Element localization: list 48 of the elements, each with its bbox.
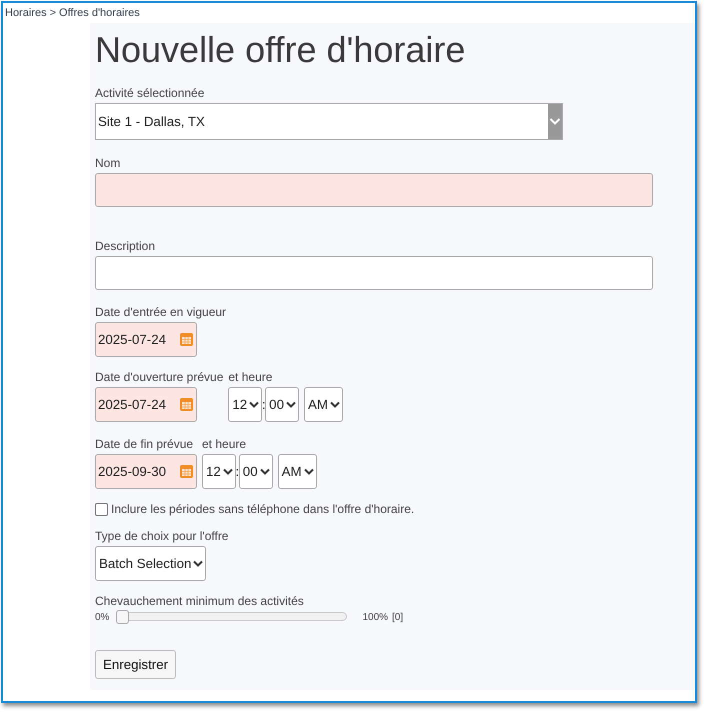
slider-track[interactable]	[116, 610, 348, 624]
calendar-icon	[180, 333, 193, 346]
checkbox[interactable]	[95, 502, 108, 516]
minute-select[interactable]: 00	[238, 454, 273, 489]
activity-select[interactable]: Site 1 - Dallas, TX	[95, 103, 563, 140]
chevron-down-icon	[222, 468, 233, 475]
period-select[interactable]: AM	[278, 454, 317, 489]
slider-reading: [0]	[392, 612, 404, 622]
field-label: Date d'ouverture prévue	[95, 369, 224, 385]
chevron-down-icon	[286, 401, 296, 408]
page-title: Nouvelle offre d'horaire	[95, 29, 466, 71]
calendar-icon	[180, 398, 193, 411]
chevron-down-icon	[249, 401, 260, 408]
time-separator: :	[236, 464, 239, 479]
date-field[interactable]: 2025-09-30	[95, 454, 197, 489]
slider-thumb[interactable]	[116, 610, 130, 624]
field-label: Description	[95, 238, 156, 254]
chevron-down-icon	[304, 468, 314, 475]
chevron-down-icon	[193, 560, 204, 567]
chevron-down-icon	[330, 401, 340, 408]
description-field[interactable]	[95, 256, 653, 290]
save-button[interactable]: Enregistrer	[95, 650, 176, 679]
field-label: et heure	[202, 436, 246, 452]
chevron-down-icon	[260, 468, 270, 475]
chevron-down-icon	[548, 104, 562, 139]
calendar-icon	[180, 465, 193, 478]
breadcrumb-link[interactable]: Horaires	[5, 6, 47, 20]
slider-max-label: 100%	[362, 612, 388, 622]
hour-select[interactable]: 12	[202, 454, 236, 489]
choice-type-select[interactable]: Batch Selection	[95, 546, 206, 581]
period-select[interactable]: AM	[304, 387, 343, 422]
date-field[interactable]: 2025-07-24	[95, 387, 197, 422]
minute-select[interactable]: 00	[265, 387, 299, 422]
hour-select[interactable]: 12	[228, 387, 262, 422]
name-field[interactable]	[95, 173, 653, 207]
breadcrumb-separator: >	[50, 6, 56, 20]
slider-min-label: 0%	[95, 612, 110, 622]
field-label: Type de choix pour l'offre	[95, 528, 228, 544]
date-field[interactable]: 2025-07-24	[95, 322, 197, 357]
time-separator: :	[262, 397, 266, 412]
breadcrumb-current: Offres d'horaires	[59, 6, 140, 20]
field-label: Nom	[95, 155, 120, 171]
checkbox-label[interactable]: Inclure les périodes sans téléphone dans l'offre d'horaire.	[111, 502, 414, 516]
field-label: Activité sélectionnée	[95, 85, 204, 101]
field-label: Date d'entrée en vigueur	[95, 304, 226, 320]
field-label: et heure	[228, 369, 272, 385]
field-label: Chevauchement minimum des activités	[95, 593, 304, 609]
field-label: Date de fin prévue	[95, 436, 194, 452]
